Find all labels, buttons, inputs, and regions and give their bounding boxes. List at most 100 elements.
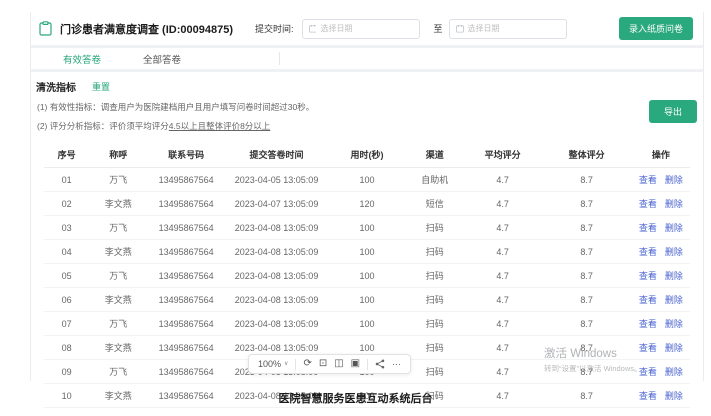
delete-link[interactable]: 删除 [665,223,683,233]
cell-avg: 4.7 [464,288,542,312]
cell-overall: 8.7 [541,288,631,312]
cell-channel: 扫码 [406,264,464,288]
delete-link[interactable]: 删除 [665,295,683,305]
share-icon[interactable] [375,359,385,369]
cell-avg: 4.7 [464,312,542,336]
cell-no: 07 [44,312,89,336]
view-link[interactable]: 查看 [639,319,657,329]
rule-score-underlined: 4.5以上且整体评价8分以上 [169,121,271,131]
cell-phone: 13495867564 [147,360,225,384]
cell-no: 09 [44,360,89,384]
view-link[interactable]: 查看 [639,295,657,305]
cell-name: 李文燕 [89,288,147,312]
cell-actions: 查看删除 [632,240,690,264]
view-link[interactable]: 查看 [639,175,657,185]
column-header: 提交答卷时间 [225,142,328,168]
delete-link[interactable]: 删除 [665,367,683,377]
cell-name: 李文燕 [89,240,147,264]
cell-avg: 4.7 [464,264,542,288]
cell-duration: 100 [328,264,406,288]
cell-duration: 100 [328,216,406,240]
refresh-icon[interactable]: ⟳ [303,359,311,369]
end-date-input[interactable] [468,24,560,33]
reset-link[interactable]: 重置 [92,80,110,93]
cell-name: 万飞 [89,168,147,192]
cell-no: 08 [44,336,89,360]
view-link[interactable]: 查看 [639,271,657,281]
cell-name: 万飞 [89,360,147,384]
tab-divider [279,52,280,65]
zoom-selector[interactable]: 100% ∨ [258,360,288,369]
cell-duration: 100 [328,312,406,336]
cell-avg: 4.7 [464,240,542,264]
delete-link[interactable]: 删除 [665,271,683,281]
content-frame: 门诊患者满意度调查 (ID:00094875) 提交时间: 至 录入纸质问卷 有… [30,12,704,381]
cell-overall: 8.7 [541,192,631,216]
page-caption: 医院智慧服务医患互动系统后台 [0,390,711,406]
zoom-level: 100% [258,360,281,369]
fit-width-icon[interactable]: ▣ [351,359,360,369]
cell-phone: 13495867564 [147,336,225,360]
cell-channel: 扫码 [406,360,464,384]
fit-page-icon[interactable]: ◫ [334,359,343,369]
cell-phone: 13495867564 [147,240,225,264]
calendar-icon [309,24,317,33]
table-row: 06李文燕134958675642023-04-08 13:05:09100扫码… [44,288,690,312]
cell-overall: 8.7 [541,264,631,288]
cell-name: 万飞 [89,312,147,336]
table-row: 07万飞134958675642023-04-08 13:05:09100扫码4… [44,312,690,336]
cell-overall: 8.7 [541,360,631,384]
cell-actions: 查看删除 [632,216,690,240]
cell-avg: 4.7 [464,192,542,216]
tab-all-answers[interactable]: 全部答卷 [143,52,181,66]
cell-duration: 100 [328,240,406,264]
clipboard-icon [39,21,52,36]
date-range-end[interactable] [449,19,567,39]
table-row: 03万飞134958675642023-04-08 13:05:09100扫码4… [44,216,690,240]
cell-no: 06 [44,288,89,312]
cell-time: 2023-04-05 13:05:09 [225,168,328,192]
table-row: 04李文燕134958675642023-04-08 13:05:09100扫码… [44,240,690,264]
cell-channel: 扫码 [406,336,464,360]
view-link[interactable]: 查看 [639,343,657,353]
cell-channel: 扫码 [406,288,464,312]
paper-entry-button[interactable]: 录入纸质问卷 [619,17,693,40]
column-header: 用时(秒) [328,142,406,168]
view-link[interactable]: 查看 [639,367,657,377]
delete-link[interactable]: 删除 [665,247,683,257]
cell-phone: 13495867564 [147,288,225,312]
delete-link[interactable]: 删除 [665,199,683,209]
cell-duration: 120 [328,192,406,216]
cell-duration: 100 [328,168,406,192]
cell-name: 万飞 [89,264,147,288]
app-root: { "colors": { "accent_green": "#2aa87e",… [0,0,711,416]
cell-avg: 4.7 [464,360,542,384]
delete-link[interactable]: 删除 [665,175,683,185]
delete-link[interactable]: 删除 [665,319,683,329]
chevron-down-icon: ∨ [284,361,288,367]
start-date-input[interactable] [320,24,412,33]
answer-tabs: 有效答卷 全部答卷 [31,48,703,69]
cell-time: 2023-04-08 13:05:09 [225,216,328,240]
cell-name: 李文燕 [89,192,147,216]
cell-avg: 4.7 [464,216,542,240]
tab-valid-answers[interactable]: 有效答卷 [63,52,101,66]
column-header: 操作 [632,142,690,168]
view-link[interactable]: 查看 [639,223,657,233]
cell-actions: 查看删除 [632,192,690,216]
rule-score-prefix: (2) 评分分析指标：评价须平均评分 [37,121,169,131]
capture-icon[interactable]: ⊡ [319,359,327,369]
export-button[interactable]: 导出 [649,100,697,123]
cell-name: 万飞 [89,216,147,240]
column-header: 整体评分 [541,142,631,168]
view-link[interactable]: 查看 [639,247,657,257]
view-link[interactable]: 查看 [639,199,657,209]
cell-time: 2023-04-08 13:05:09 [225,312,328,336]
cell-avg: 4.7 [464,168,542,192]
delete-link[interactable]: 删除 [665,343,683,353]
cell-actions: 查看删除 [632,312,690,336]
date-range-start[interactable] [302,19,420,39]
more-icon[interactable]: ··· [392,360,401,369]
main-panel: 清洗指标 重置 (1) 有效性指标：调查用户为医院建档用户且用户填写问卷时间超过… [31,72,703,381]
table-header-row: 序号称呼联系号码提交答卷时间用时(秒)渠道平均评分整体评分操作 [44,142,690,168]
